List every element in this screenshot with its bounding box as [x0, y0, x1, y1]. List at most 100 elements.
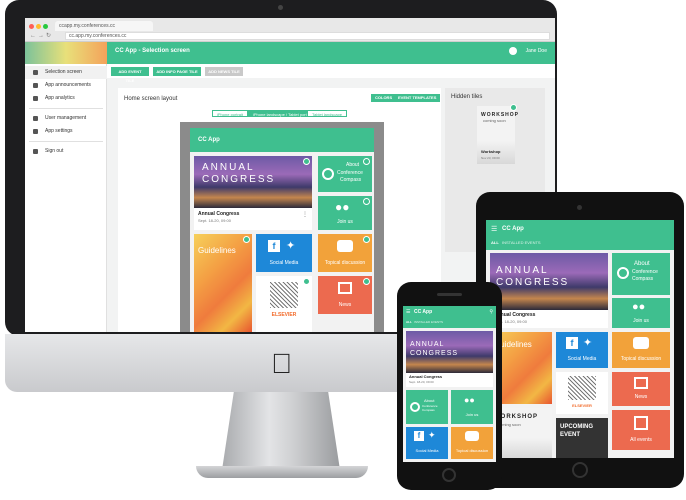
maximize-window-icon[interactable]: [43, 24, 48, 29]
sidebar-item-selection-screen[interactable]: Selection screen: [25, 66, 107, 79]
annual-congress-caption: Annual Congress Sept. 18-20, 09:00 ⋮: [194, 208, 312, 230]
phone-home-button[interactable]: [442, 468, 456, 482]
tablet-about-tile[interactable]: About Conference Compass: [612, 253, 670, 295]
sidebar-item-user-management[interactable]: User management: [25, 112, 107, 125]
tablet-social-media-tile[interactable]: f ✦ Social Media: [556, 332, 608, 368]
sidebar-item-label: User management: [45, 115, 87, 121]
tile-annual-text: ANNUAL: [202, 162, 255, 173]
check-icon: [243, 236, 250, 243]
check-icon: [303, 278, 310, 285]
tablet-annual-congress-tile[interactable]: ANNUAL CONGRESS: [490, 253, 608, 310]
phone-social-media-tile[interactable]: f ✦ Social Media: [406, 427, 448, 459]
phone-speaker: [437, 293, 462, 296]
phone-event-caption: Annual Congress Sept. 18-20, 09:00: [406, 373, 493, 387]
elsevier-label: ELSEVIER: [271, 312, 297, 318]
tablet-news-tile[interactable]: News: [612, 372, 670, 406]
phone-join-us-tile[interactable]: ●● Join us: [451, 390, 493, 424]
phone-preview-screen: CC App ANNUAL CONGRESS Annual Congress S…: [190, 128, 374, 332]
phone-about-tile[interactable]: About Conference Compass: [406, 390, 448, 424]
topical-discussion-label: Topical discussion: [620, 356, 662, 362]
workshop-sub: coming soon: [483, 118, 506, 123]
news-tile[interactable]: News: [318, 276, 372, 314]
check-icon: [363, 158, 370, 165]
sidebar-item-sign-out[interactable]: Sign out: [25, 145, 107, 158]
event-templates-button[interactable]: EVENT TEMPLATES: [394, 94, 441, 102]
join-us-tile[interactable]: ●● Join us: [318, 196, 372, 230]
search-icon[interactable]: ⚲: [489, 309, 493, 315]
tablet-join-us-tile[interactable]: ●● Join us: [612, 298, 670, 328]
workshop-hidden-tile[interactable]: WORKSHOP coming soon Workshop Nov 23, 09…: [477, 104, 518, 164]
phone-preview: CC App ANNUAL CONGRESS Annual Congress S…: [180, 122, 384, 332]
tab-installed-events[interactable]: INSTALLED EVENTS: [502, 240, 541, 245]
user-menu[interactable]: Jane Doe: [526, 48, 547, 54]
upcoming-label: UPCOMING: [560, 424, 593, 430]
sidebar-item-settings[interactable]: App settings: [25, 125, 107, 138]
sign-out-icon: [33, 149, 38, 154]
chat-bubble-icon: [465, 431, 479, 441]
newspaper-icon: [338, 282, 352, 294]
check-icon: [363, 198, 370, 205]
compass-icon: [617, 267, 629, 279]
segment-tablet-landscape[interactable]: Tablet landscape: [307, 110, 348, 117]
tile-congress-text: CONGRESS: [202, 174, 276, 185]
social-media-label: Social Media: [269, 260, 299, 266]
about-sub-label-2: Compass: [632, 276, 654, 282]
page-title: CC App - Selection screen: [115, 48, 190, 54]
topical-discussion-label: Topical discussion: [455, 448, 489, 453]
tablet-home-button[interactable]: [572, 462, 588, 478]
compass-icon: [322, 168, 334, 180]
phone-topical-tile[interactable]: Topical discussion: [451, 427, 493, 459]
topical-discussion-tile[interactable]: Topical discussion: [318, 234, 372, 272]
annual-congress-tile[interactable]: ANNUAL CONGRESS: [194, 156, 312, 208]
more-vert-icon[interactable]: ⋮: [302, 211, 308, 218]
elsevier-label: ELSEVIER: [572, 403, 592, 408]
about-sub-label: Conference Compass: [422, 404, 438, 412]
social-media-tile[interactable]: f ✦ Social Media: [256, 234, 312, 272]
social-media-label: Social Media: [567, 356, 597, 362]
elsevier-tile[interactable]: ELSEVIER: [256, 276, 312, 332]
tablet-elsevier-tile[interactable]: ELSEVIER: [556, 372, 608, 414]
close-window-icon[interactable]: [29, 24, 34, 29]
tablet-event-caption: Annual Congress Sept. 18-20, 09:00: [490, 310, 608, 328]
news-label: News: [338, 302, 352, 308]
segment-iphone-portrait[interactable]: iPhone portrait: [212, 110, 249, 117]
phone-annual-congress-tile[interactable]: ANNUAL CONGRESS: [406, 331, 493, 373]
chat-bubble-icon: [633, 337, 649, 349]
phone-app-title: CC App: [414, 309, 433, 315]
add-event-tile-button[interactable]: ADD EVENT TILE: [111, 67, 149, 83]
tab-installed-events[interactable]: INSTALLED EVENTS: [414, 320, 443, 324]
hidden-tiles-title: Hidden tiles: [451, 94, 483, 100]
twitter-icon: ✦: [583, 337, 593, 349]
join-us-label: Join us: [337, 219, 353, 225]
toolbar: ADD EVENT TILE ADD INFO PAGE TILE ADD NE…: [107, 64, 555, 83]
browser-nav-icons[interactable]: ←→↻: [30, 32, 53, 39]
facebook-icon: f: [414, 431, 424, 441]
browser-tab[interactable]: ccapp.my.conferences.cc: [55, 21, 153, 31]
grid-icon: [33, 70, 38, 75]
tab-all[interactable]: ALL: [491, 240, 499, 245]
news-label: News: [634, 394, 648, 400]
menu-icon[interactable]: ☰: [491, 225, 497, 233]
about-label: About: [346, 162, 360, 168]
address-bar[interactable]: cc.app.my.conferences.cc: [65, 32, 550, 40]
add-news-tile-button[interactable]: ADD NEWS TILE: [205, 67, 243, 76]
workshop-date: Nov 23, 09:00: [481, 156, 500, 160]
tablet-topical-tile[interactable]: Topical discussion: [612, 332, 670, 368]
tablet-upcoming-tile[interactable]: UPCOMING EVENT: [556, 418, 608, 458]
add-info-page-tile-button[interactable]: ADD INFO PAGE TILE: [153, 67, 201, 76]
twitter-icon: ✦: [428, 430, 436, 440]
sidebar-item-analytics[interactable]: App analytics: [25, 92, 107, 105]
colors-button[interactable]: COLORS: [371, 94, 397, 102]
sidebar-item-label: App analytics: [45, 95, 75, 101]
tablet-all-events-tile[interactable]: All events: [612, 410, 670, 450]
about-label: About: [634, 261, 650, 267]
tab-all[interactable]: ALL: [406, 320, 412, 324]
sidebar-item-announcements[interactable]: App announcements: [25, 79, 107, 92]
about-tile[interactable]: About Conference Compass: [318, 156, 372, 192]
event-label: Annual Congress: [198, 211, 240, 217]
guidelines-tile[interactable]: Guidelines: [194, 234, 252, 332]
avatar[interactable]: [509, 47, 517, 55]
about-label: About: [424, 398, 435, 403]
menu-icon[interactable]: ☰: [406, 309, 410, 315]
minimize-window-icon[interactable]: [36, 24, 41, 29]
